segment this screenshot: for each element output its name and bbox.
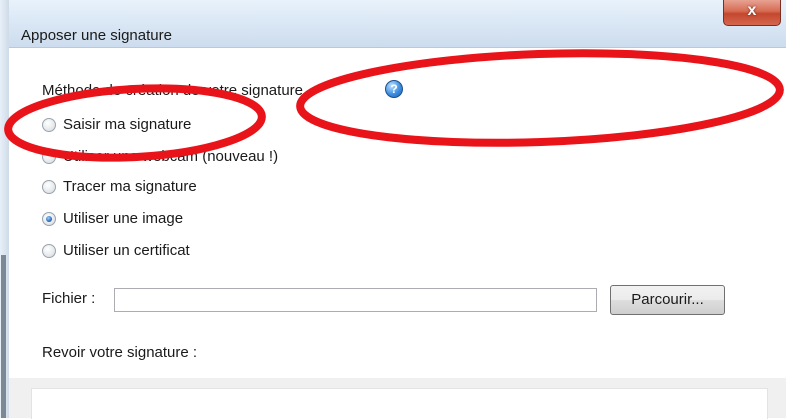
file-path-input[interactable] bbox=[114, 288, 597, 312]
close-icon: x bbox=[747, 2, 757, 19]
dialog-content: Méthode de création de votre signature ?… bbox=[9, 48, 786, 419]
radio-label: Tracer ma signature bbox=[63, 178, 197, 195]
dialog-window: Apposer une signature x Méthode de créat… bbox=[0, 0, 786, 419]
radio-label: Utiliser une image bbox=[63, 210, 184, 227]
help-icon[interactable]: ? bbox=[385, 80, 403, 98]
dialog-title: Apposer une signature bbox=[21, 27, 172, 44]
dialog-titlebar: Apposer une signature x bbox=[9, 0, 786, 48]
radio-label: Utiliser un certificat bbox=[63, 242, 190, 259]
scrollbar-thumb[interactable] bbox=[1, 255, 6, 418]
browse-button[interactable]: Parcourir... bbox=[610, 285, 725, 315]
radio-button[interactable] bbox=[42, 244, 56, 258]
radio-button[interactable] bbox=[42, 150, 56, 164]
radio-label: Utiliser une webcam (nouveau !) bbox=[63, 148, 279, 165]
radio-button[interactable] bbox=[42, 180, 56, 194]
file-label: Fichier : bbox=[42, 290, 96, 307]
signature-preview bbox=[31, 388, 768, 419]
close-button[interactable]: x bbox=[723, 0, 781, 26]
radio-button-selected[interactable] bbox=[42, 212, 56, 226]
method-label: Méthode de création de votre signature bbox=[42, 82, 303, 99]
review-label: Revoir votre signature : bbox=[42, 344, 198, 361]
radio-button[interactable] bbox=[42, 118, 56, 132]
radio-label: Saisir ma signature bbox=[63, 116, 192, 133]
